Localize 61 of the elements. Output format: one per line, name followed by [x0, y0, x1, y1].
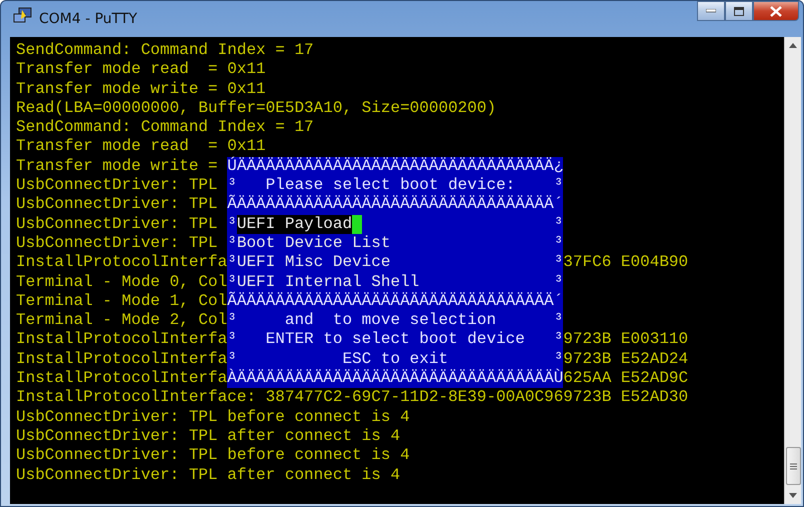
boot-option[interactable]: UEFI Payload [236, 214, 352, 234]
minimize-button[interactable] [697, 1, 725, 21]
window-title: COM4 - PuTTY [39, 11, 138, 27]
dialog-border: ³ [227, 214, 237, 234]
scroll-down-icon [789, 493, 797, 498]
log-line: Read(LBA=00000000, Buffer=0E5D3A10, Size=00000200) [16, 98, 496, 117]
log-line: InstallProtocolInterfa [16, 253, 228, 272]
log-line: UsbConnectDriver: TPL [16, 234, 219, 252]
dialog-border: ÃÄÄÄÄÄÄÄÄÄÄÄÄÄÄÄÄÄÄÄÄÄÄÄÄÄÄÄÄÄÄÄÄÄ´ [227, 195, 564, 215]
scrollbar-thumb[interactable] [786, 447, 800, 485]
boot-option[interactable]: UEFI Misc Device [236, 253, 390, 273]
dialog-border: ³ [554, 234, 564, 254]
dialog-text: ³ ESC to exit ³ [227, 350, 564, 368]
log-line: InstallProtocolInterfa [16, 350, 228, 368]
dialog-border: ÃÄÄÄÄÄÄÄÄÄÄÄÄÄÄÄÄÄÄÄÄÄÄÄÄÄÄÄÄÄÄÄÄÄ´ [227, 292, 564, 312]
log-line: Terminal - Mode 0, Col [16, 272, 228, 291]
scrollbar[interactable] [784, 37, 801, 504]
minimize-icon [706, 9, 716, 13]
log-line: UsbConnectDriver: TPL before connect is 4 [16, 408, 410, 426]
computer-icon [13, 7, 33, 25]
log-line: 9723B E52AD24 [563, 350, 688, 368]
dialog-border: ³ [227, 272, 237, 292]
log-line: 9723B E003110 [563, 330, 688, 348]
dialog-text: ³ and to move selection ³ [227, 311, 564, 330]
log-line: UsbConnectDriver: TPL after connect is 4 [16, 466, 400, 484]
log-line: Transfer mode write = 0x11 [16, 80, 266, 98]
dialog-border: ³ [227, 253, 237, 273]
dialog-text: ³ ENTER to select boot device ³ [227, 330, 564, 350]
cursor-block [352, 214, 362, 234]
dialog-border: ³ [227, 234, 237, 254]
log-line: 37FC6 E004B90 [563, 253, 688, 272]
log-line: Transfer mode read = 0x11 [16, 60, 266, 78]
log-line: InstallProtocolInterfa [16, 369, 228, 388]
dialog-border: ³ [554, 253, 564, 273]
log-line: SendCommand: Command Index = 17 [16, 41, 314, 59]
dialog-text: ³ Please select boot device: ³ [227, 176, 564, 194]
dialog-border: ÚÄÄÄÄÄÄÄÄÄÄÄÄÄÄÄÄÄÄÄÄÄÄÄÄÄÄÄÄÄÄÄÄÄ¿ [227, 156, 564, 176]
log-line: Terminal - Mode 2, Col [16, 311, 228, 330]
log-line: UsbConnectDriver: TPL [16, 195, 219, 214]
close-button[interactable] [753, 1, 799, 21]
log-line: 625AA E52AD9C [563, 369, 688, 388]
log-line: InstallProtocolInterfa [16, 330, 228, 348]
close-icon [770, 6, 782, 16]
log-line: UsbConnectDriver: TPL before connect is 4 [16, 446, 410, 464]
dialog-border: ³ [554, 214, 564, 234]
log-line: Terminal - Mode 1, Col [16, 292, 228, 310]
maximize-icon [734, 6, 744, 16]
log-line: InstallProtocolInterface: 387477C2-69C7-11D2-8E39-00A0C969723B E52AD30 [16, 388, 688, 406]
grip-icon [790, 462, 796, 470]
log-line: UsbConnectDriver: TPL after connect is 4 [16, 426, 400, 445]
log-line: SendCommand: Command Index = 17 [16, 118, 314, 136]
log-line: UsbConnectDriver: TPL [16, 176, 219, 194]
log-line: Transfer mode read = 0x11 [16, 137, 266, 156]
dialog-border: ³ [554, 272, 564, 292]
dialog-border: ÀÄÄÄÄÄÄÄÄÄÄÄÄÄÄÄÄÄÄÄÄÄÄÄÄÄÄÄÄÄÄÄÄÄÙ [227, 369, 564, 388]
log-line: UsbConnectDriver: TPL [16, 214, 219, 233]
scroll-up-icon [789, 43, 797, 48]
boot-option[interactable]: UEFI Internal Shell [236, 272, 420, 292]
maximize-button[interactable] [725, 1, 753, 21]
boot-option[interactable]: Boot Device List [236, 234, 390, 254]
log-line: Transfer mode write = [16, 156, 219, 175]
